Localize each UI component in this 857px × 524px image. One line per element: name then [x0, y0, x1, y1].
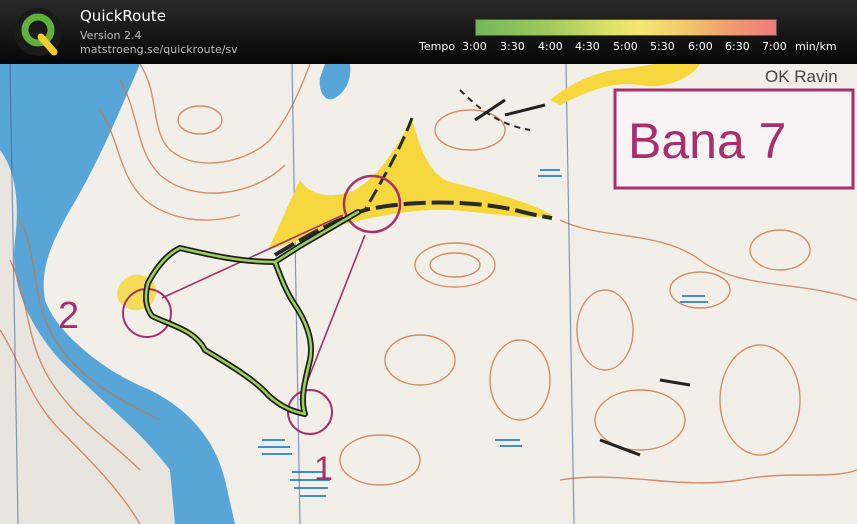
tempo-tick: 3:30 — [500, 40, 525, 53]
app-title: QuickRoute — [80, 7, 166, 25]
tempo-label: Tempo — [419, 40, 456, 53]
app-url[interactable]: matstroeng.se/quickroute/sv — [80, 43, 238, 56]
app-header: QuickRoute Version 2.4 matstroeng.se/qui… — [0, 0, 857, 64]
club-label: OK Ravin — [765, 67, 838, 86]
tempo-tick: 7:00 — [762, 40, 787, 53]
tempo-unit: min/km — [795, 40, 837, 53]
quickroute-logo-icon — [14, 8, 62, 56]
tempo-tick: 6:30 — [725, 40, 750, 53]
tempo-color-scale — [475, 19, 777, 36]
app-version: Version 2.4 — [80, 29, 142, 42]
tempo-tick: 5:00 — [613, 40, 638, 53]
tempo-tick: 4:30 — [575, 40, 600, 53]
tempo-tick: 5:30 — [650, 40, 675, 53]
orienteering-map[interactable]: 2 1 Bana 7 OK Ravin — [0, 64, 857, 524]
control-number-1: 1 — [314, 450, 333, 488]
map-canvas[interactable]: 2 1 Bana 7 OK Ravin — [0, 64, 857, 524]
tempo-tick: 3:00 — [462, 40, 487, 53]
tempo-tick: 4:00 — [538, 40, 563, 53]
tempo-tick: 6:00 — [688, 40, 713, 53]
control-number-2: 2 — [58, 295, 79, 337]
course-label: Bana 7 — [628, 113, 786, 169]
